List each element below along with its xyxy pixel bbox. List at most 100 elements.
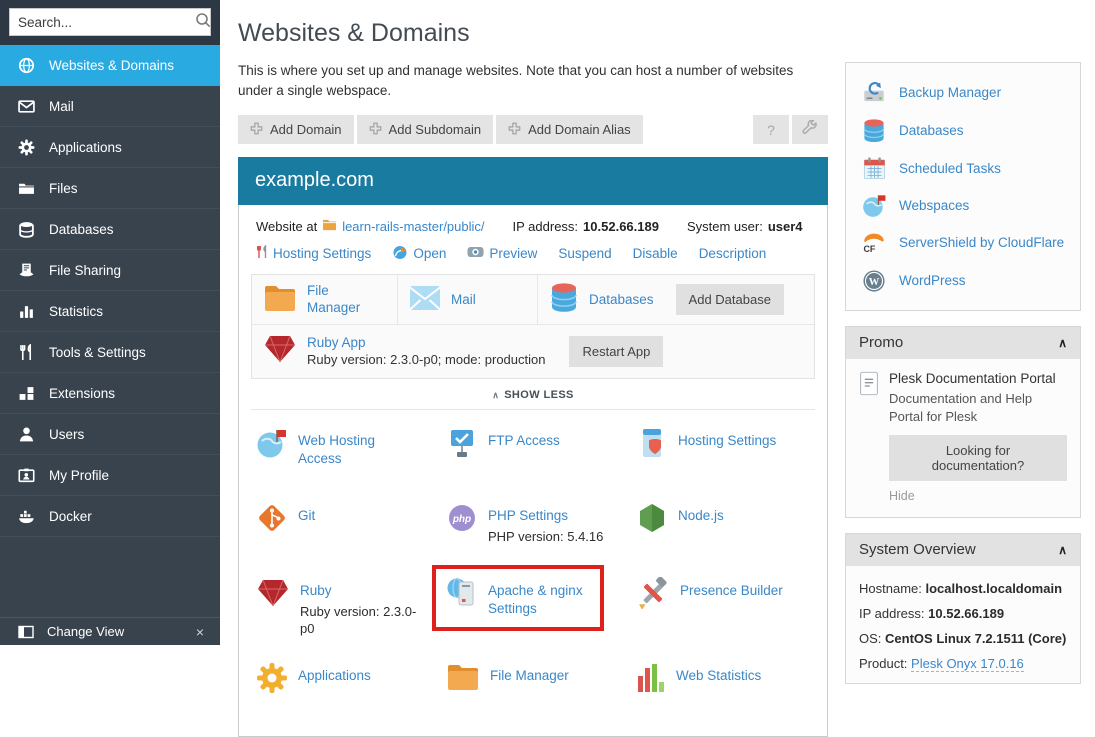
scheduled-tasks-link[interactable]: Scheduled Tasks — [899, 160, 1001, 178]
search-icon[interactable] — [195, 12, 211, 33]
file-manager-grid-item[interactable]: File Manager — [446, 662, 636, 712]
databases-link[interactable]: Databases — [589, 292, 654, 307]
website-at-label: Website at — [256, 219, 317, 234]
sidebar-item-extensions[interactable]: Extensions — [0, 373, 220, 414]
add-domain-alias-button[interactable]: Add Domain Alias — [496, 115, 643, 144]
nodejs-link[interactable]: Node.js — [678, 508, 724, 523]
ftp-access-link[interactable]: FTP Access — [488, 433, 560, 448]
wordpress-item[interactable]: W WordPress — [846, 262, 1080, 300]
domain-info-line: Website at learn-rails-master/public/ IP… — [251, 214, 815, 234]
close-icon[interactable]: × — [196, 624, 204, 640]
applications-link[interactable]: Applications — [298, 668, 371, 683]
add-subdomain-button[interactable]: Add Subdomain — [357, 115, 494, 144]
product-version-link[interactable]: Plesk Onyx 17.0.16 — [911, 656, 1024, 672]
docker-icon — [17, 508, 35, 525]
servershield-item[interactable]: CF ServerShield by CloudFlare — [846, 224, 1080, 262]
add-domain-alias-label: Add Domain Alias — [528, 122, 631, 137]
git-item[interactable]: Git — [256, 502, 446, 552]
ruby-app-link[interactable]: Ruby App — [307, 335, 366, 350]
ftp-access-item[interactable]: FTP Access — [446, 427, 636, 477]
system-overview-title: System Overview — [859, 541, 976, 558]
search-box[interactable] — [9, 8, 211, 36]
databases-quick-link[interactable]: Databases — [899, 122, 964, 140]
servershield-link[interactable]: ServerShield by CloudFlare — [899, 234, 1064, 252]
search-input[interactable] — [18, 15, 195, 30]
show-less-toggle[interactable]: ∧SHOW LESS — [251, 379, 815, 409]
nodejs-item[interactable]: Node.js — [636, 502, 810, 552]
ruby-item[interactable]: Ruby Ruby version: 2.3.0-p0 — [256, 577, 446, 637]
help-button[interactable]: ? — [753, 115, 789, 144]
plus-icon — [508, 122, 521, 138]
webspaces-item[interactable]: Webspaces — [846, 187, 1080, 224]
sidebar-item-label: Extensions — [49, 386, 115, 401]
web-hosting-access-link[interactable]: Web Hosting Access — [298, 433, 375, 466]
database-big-icon — [549, 282, 579, 317]
file-manager-grid-link[interactable]: File Manager — [490, 668, 569, 683]
sidebar-item-label: Statistics — [49, 304, 103, 319]
sidebar-item-files[interactable]: Files — [0, 168, 220, 209]
restart-app-button[interactable]: Restart App — [569, 336, 663, 367]
collapse-chevron-icon[interactable]: ∧ — [1058, 543, 1067, 557]
ip-label: IP address: — [513, 219, 579, 234]
web-hosting-access-item[interactable]: Web Hosting Access — [256, 427, 446, 477]
php-icon: php — [446, 502, 478, 539]
sidebar-item-statistics[interactable]: Statistics — [0, 291, 220, 332]
add-domain-button[interactable]: Add Domain — [238, 115, 354, 144]
ruby-version: Ruby version: 2.3.0-p0 — [300, 604, 418, 638]
sidebar-item-file-sharing[interactable]: File Sharing — [0, 250, 220, 291]
sidebar-item-databases[interactable]: Databases — [0, 209, 220, 250]
settings-wrench-button[interactable] — [792, 115, 828, 144]
mail-big-icon — [409, 285, 441, 314]
sidebar-item-websites-domains[interactable]: Websites & Domains — [0, 45, 220, 86]
apache-nginx-icon — [446, 577, 478, 617]
sidebar-item-docker[interactable]: Docker — [0, 496, 220, 537]
backup-manager-item[interactable]: Backup Manager — [846, 74, 1080, 112]
open-link[interactable]: Open — [413, 246, 446, 261]
sidebar-item-mail[interactable]: Mail — [0, 86, 220, 127]
hosting-settings-item[interactable]: Hosting Settings — [636, 427, 810, 477]
sidebar-item-tools-settings[interactable]: Tools & Settings — [0, 332, 220, 373]
presence-builder-link[interactable]: Presence Builder — [680, 583, 783, 598]
scheduled-tasks-item[interactable]: Scheduled Tasks — [846, 150, 1080, 187]
apache-nginx-settings-item[interactable]: Apache & nginx Settings — [446, 577, 636, 637]
hosting-settings-link[interactable]: Hosting Settings — [273, 246, 371, 261]
presence-builder-item[interactable]: Presence Builder — [636, 577, 810, 637]
file-manager-link[interactable]: File Manager — [307, 283, 367, 317]
website-path-link[interactable]: learn-rails-master/public/ — [342, 219, 484, 234]
sidebar-item-my-profile[interactable]: My Profile — [0, 455, 220, 496]
git-link[interactable]: Git — [298, 508, 315, 523]
webspaces-link[interactable]: Webspaces — [899, 197, 969, 215]
wordpress-link[interactable]: WordPress — [899, 272, 966, 290]
disable-link[interactable]: Disable — [633, 246, 678, 261]
os-value: CentOS Linux 7.2.1511 (Core) — [885, 631, 1066, 646]
collapse-chevron-icon[interactable]: ∧ — [1058, 336, 1067, 350]
databases-quick-item[interactable]: Databases — [846, 112, 1080, 150]
pencil-hammer-icon — [636, 577, 670, 614]
web-statistics-icon — [636, 662, 666, 699]
ip-address-label: IP address: — [859, 606, 925, 621]
mail-link[interactable]: Mail — [451, 292, 476, 307]
backup-manager-link[interactable]: Backup Manager — [899, 84, 1001, 102]
applications-item[interactable]: Applications — [256, 662, 446, 712]
calendar-icon — [861, 156, 887, 181]
ruby-link[interactable]: Ruby — [300, 583, 332, 598]
web-statistics-item[interactable]: Web Statistics — [636, 662, 810, 712]
web-statistics-link[interactable]: Web Statistics — [676, 668, 761, 683]
looking-for-documentation-button[interactable]: Looking for documentation? — [889, 435, 1067, 481]
database-icon — [861, 118, 887, 144]
hosting-settings-grid-link[interactable]: Hosting Settings — [678, 433, 776, 448]
sidebar-item-users[interactable]: Users — [0, 414, 220, 455]
hide-link[interactable]: Hide — [889, 489, 915, 503]
preview-link[interactable]: Preview — [489, 246, 537, 261]
add-database-button[interactable]: Add Database — [676, 284, 784, 315]
sidebar-item-applications[interactable]: Applications — [0, 127, 220, 168]
apache-nginx-settings-link[interactable]: Apache & nginx Settings — [488, 583, 583, 616]
id-card-icon — [17, 467, 35, 484]
promo-header: Promo ∧ — [846, 327, 1080, 359]
change-view-button[interactable]: Change View × — [0, 617, 220, 645]
suspend-link[interactable]: Suspend — [558, 246, 611, 261]
php-settings-item[interactable]: php PHP Settings PHP version: 5.4.16 — [446, 502, 636, 552]
domain-card-body: Website at learn-rails-master/public/ IP… — [238, 205, 828, 737]
php-settings-link[interactable]: PHP Settings — [488, 508, 568, 523]
description-link[interactable]: Description — [699, 246, 767, 261]
